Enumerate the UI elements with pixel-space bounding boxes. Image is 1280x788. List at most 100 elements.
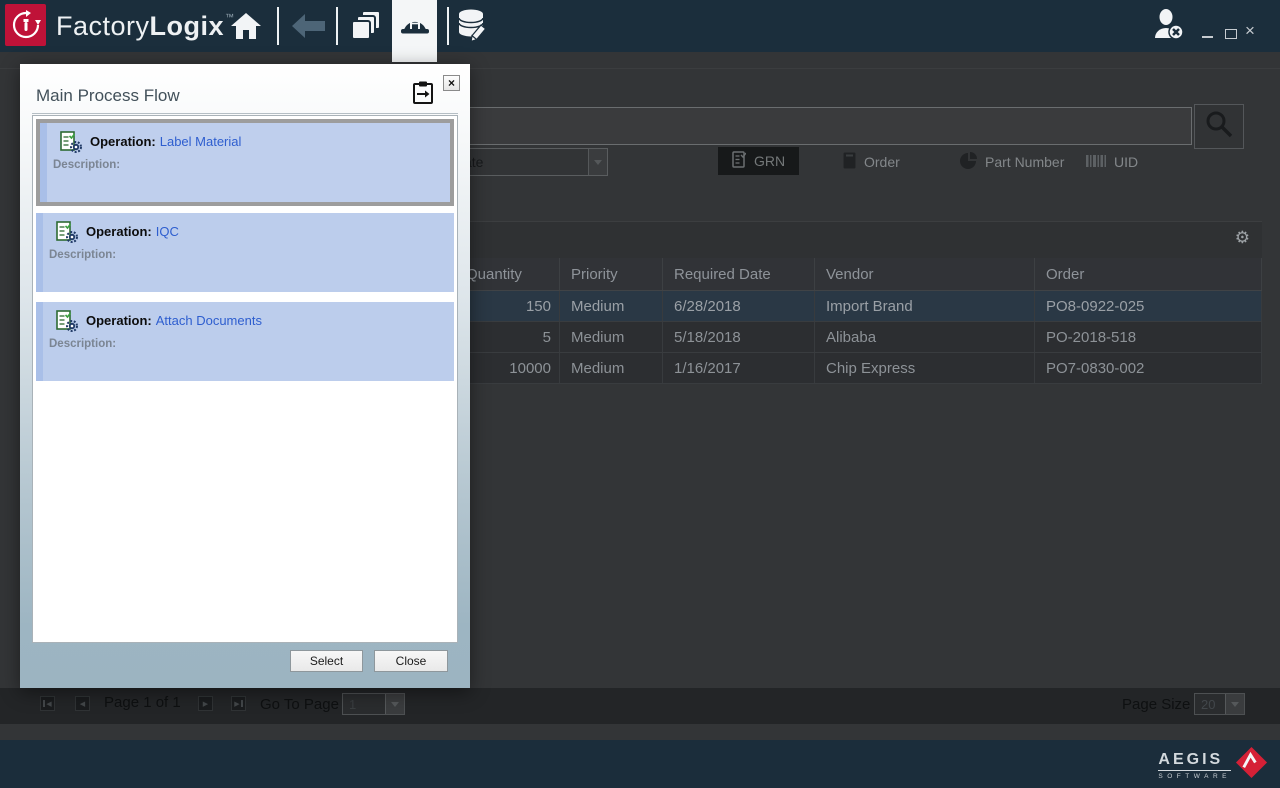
item-accent-stripe [40,123,47,202]
toolbar-divider [447,7,449,45]
hard-hat-icon [399,12,431,43]
table-row[interactable]: 10000 Medium 1/16/2017 Chip Express PO7-… [455,353,1262,384]
operation-line: Operation: IQC [86,224,179,239]
part-number-icon [960,152,977,172]
column-header-quantity[interactable]: Quantity [455,258,560,290]
search-button[interactable] [1194,104,1244,149]
page-size-value: 20 [1195,697,1225,712]
filter-uid-button[interactable]: UID [1086,149,1138,175]
documents-stack-icon[interactable] [346,0,388,52]
back-arrow-icon[interactable] [286,0,330,52]
operation-line: Operation: Attach Documents [86,313,262,328]
cell-priority: Medium [560,291,663,321]
operation-item-label-material[interactable]: Operation: Label Material Description: [36,119,454,206]
operation-name-link[interactable]: Attach Documents [156,313,262,328]
aegis-logo-text: AEGIS [1158,751,1231,769]
home-icon[interactable] [226,0,266,52]
filter-type-dropdown[interactable]: ate [455,148,608,176]
previous-page-button[interactable]: ◀ [75,696,90,711]
cell-required-date: 6/28/2018 [663,291,815,321]
cell-quantity: 150 [455,291,560,321]
search-input[interactable] [455,107,1192,145]
cell-order: PO7-0830-002 [1035,353,1262,383]
toolbar-divider [336,7,338,45]
goto-page-input[interactable]: 1 [342,693,405,715]
operation-label: Operation: [86,313,152,328]
item-accent-stripe [36,302,43,381]
column-header-vendor[interactable]: Vendor [815,258,1035,290]
filter-grn-button[interactable]: GRN [718,147,799,175]
cell-vendor: Alibaba [815,322,1035,352]
aegis-logo: AEGIS SOFTWARE [1158,746,1268,784]
brand-factory: Factory [56,11,150,42]
footer-band: AEGIS SOFTWARE [0,740,1280,788]
uid-barcode-icon [1086,154,1106,171]
description-label: Description: [53,159,120,171]
cell-required-date: 1/16/2017 [663,353,815,383]
search-icon [1204,109,1234,144]
factorylogix-logo-icon [5,4,46,46]
first-page-icon: ◀ [46,700,51,708]
dialog-title: Main Process Flow [36,86,180,106]
operation-label: Operation: [86,224,152,239]
close-button[interactable]: Close [374,650,448,672]
next-page-button[interactable]: ▶ [198,696,213,711]
database-edit-icon[interactable] [452,0,498,52]
paste-clipboard-icon[interactable] [412,81,434,105]
title-bar: FactoryLogix™ [0,0,1280,52]
gear-icon[interactable]: ⚙ [1235,228,1250,248]
aegis-logo-subtext: SOFTWARE [1158,773,1231,780]
minimize-button[interactable] [1202,36,1213,38]
operation-name-link[interactable]: IQC [156,224,179,239]
column-header-order[interactable]: Order [1035,258,1262,290]
operation-icon [56,221,78,243]
pagination-bar: ◀ ◀ Page 1 of 1 ▶ ▶ Go To Page 1 Page Si… [0,688,1280,724]
order-icon [843,152,856,172]
page-indicator: Page 1 of 1 [104,694,181,711]
filter-order-label: Order [864,154,900,170]
cell-quantity: 10000 [455,353,560,383]
dialog-separator [32,113,458,114]
column-header-required-date[interactable]: Required Date [663,258,815,290]
dialog-close-icon[interactable]: × [443,75,460,91]
select-button[interactable]: Select [290,650,363,672]
first-page-button[interactable]: ◀ [40,696,55,711]
aegis-flag-icon [1235,746,1268,784]
receiving-hardhat-tab[interactable] [392,0,437,62]
filter-type-value: ate [456,154,588,170]
operation-icon [56,310,78,332]
table-row[interactable]: 5 Medium 5/18/2018 Alibaba PO-2018-518 [455,322,1262,353]
operation-item-attach-documents[interactable]: Operation: Attach Documents Description: [36,302,454,381]
cell-order: PO-2018-518 [1035,322,1262,352]
app-window: ate GRN Order Part Number UID ⚙ Quantity… [0,0,1280,788]
grid-toolbar: ⚙ [455,221,1262,258]
table-row[interactable]: 150 Medium 6/28/2018 Import Brand PO8-09… [455,291,1262,322]
logout-user-icon[interactable] [1148,0,1192,52]
close-window-button[interactable]: × [1245,23,1255,38]
cell-vendor: Import Brand [815,291,1035,321]
cell-order: PO8-0922-025 [1035,291,1262,321]
operation-list: Operation: Label Material Description: Op… [32,115,458,643]
table-header: Quantity Priority Required Date Vendor O… [455,258,1262,291]
cell-required-date: 5/18/2018 [663,322,815,352]
last-page-button[interactable]: ▶ [231,696,246,711]
operation-item-iqc[interactable]: Operation: IQC Description: [36,213,454,292]
filter-part-number-label: Part Number [985,154,1064,170]
operation-label: Operation: [90,134,156,149]
filter-order-button[interactable]: Order [843,149,900,175]
column-header-priority[interactable]: Priority [560,258,663,290]
page-size-select[interactable]: 20 [1194,693,1245,715]
cell-vendor: Chip Express [815,353,1035,383]
operation-name-link[interactable]: Label Material [160,134,242,149]
operation-line: Operation: Label Material [90,134,241,149]
description-label: Description: [49,338,116,350]
app-title: FactoryLogix™ [56,0,235,52]
cell-quantity: 5 [455,322,560,352]
cell-priority: Medium [560,322,663,352]
last-page-icon: ▶ [234,700,239,708]
maximize-button[interactable] [1225,29,1237,39]
goto-page-label: Go To Page [260,696,339,713]
filter-part-number-button[interactable]: Part Number [960,149,1064,175]
chevron-down-icon [385,694,404,714]
description-label: Description: [49,249,116,261]
